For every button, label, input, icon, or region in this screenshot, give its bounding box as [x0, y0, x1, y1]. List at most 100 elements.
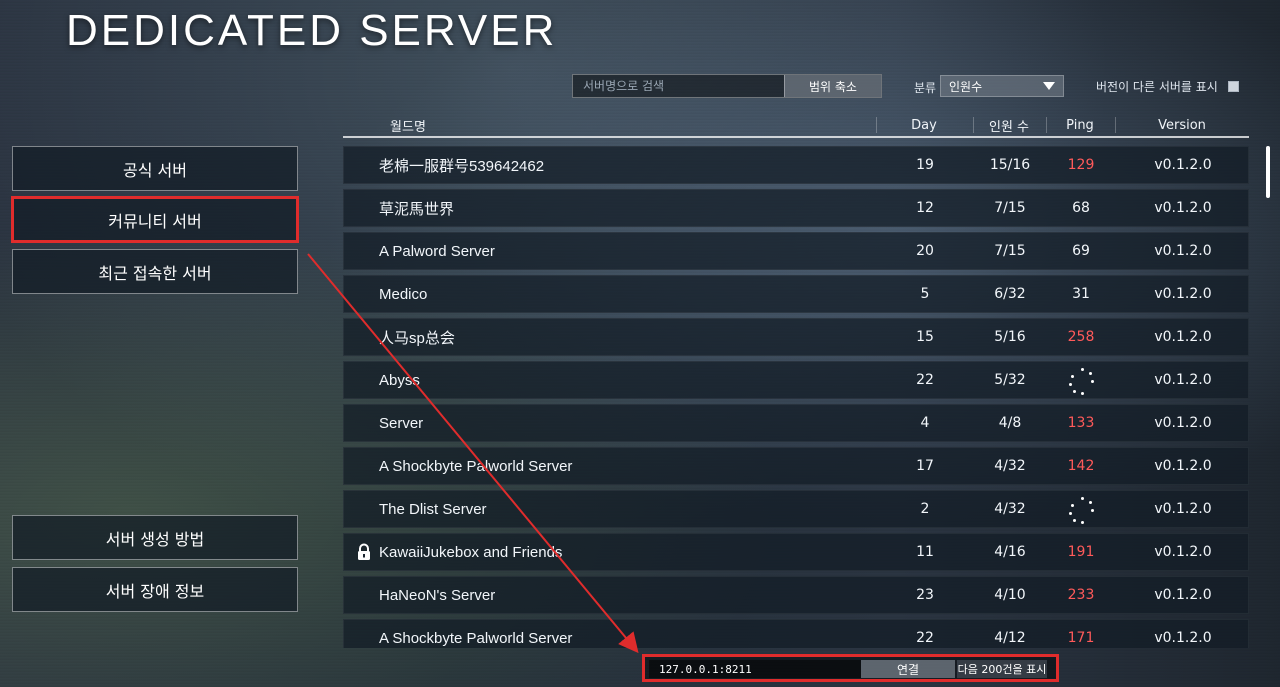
server-row[interactable]: KawaiiJukebox and Friends 11 4/16 191 v0… — [343, 533, 1249, 571]
server-name: Server — [379, 414, 424, 432]
server-name: 人马sp总会 — [379, 329, 455, 347]
server-players: 6/32 — [994, 286, 1026, 302]
server-version: v0.1.2.0 — [1154, 544, 1212, 560]
server-players: 5/32 — [994, 372, 1026, 388]
server-name: HaNeoN's Server — [379, 586, 496, 604]
server-row[interactable]: The Dlist Server 2 4/32 v0.1.2.0 — [343, 490, 1249, 528]
server-version: v0.1.2.0 — [1154, 286, 1212, 302]
server-row[interactable]: A Shockbyte Palworld Server 22 4/12 171 … — [343, 619, 1249, 648]
server-row[interactable]: 老棉一服群号539642462 19 15/16 129 v0.1.2.0 — [343, 146, 1249, 184]
server-day: 15 — [916, 329, 934, 345]
lock-icon — [358, 543, 370, 560]
version-filter-toggle[interactable]: 버전이 다른 서버를 표시 — [1096, 78, 1239, 95]
sidebar-item-label: 서버 생성 방법 — [105, 529, 205, 549]
server-row[interactable]: 草泥馬世界 12 7/15 68 v0.1.2.0 — [343, 189, 1249, 227]
sort-label: 분류 — [914, 81, 937, 95]
top-controls: 범위 축소 분류 인원수 버전이 다른 서버를 표시 — [0, 0, 1280, 110]
sidebar-item-label: 최근 접속한 서버 — [98, 263, 212, 283]
version-filter-checkbox[interactable] — [1227, 81, 1239, 92]
direct-connect-bar: 연결 다음 200건을 표시 — [642, 654, 1059, 682]
server-version: v0.1.2.0 — [1154, 372, 1212, 388]
server-ping: 171 — [1067, 630, 1095, 646]
sidebar-item-label: 서버 장애 정보 — [105, 581, 205, 601]
server-players: 15/16 — [989, 157, 1031, 173]
server-day: 4 — [920, 415, 930, 431]
server-version: v0.1.2.0 — [1154, 415, 1212, 431]
sidebar-item-label: 공식 서버 — [123, 160, 187, 180]
sidebar-item-official[interactable]: 공식 서버 — [12, 146, 298, 191]
search-input[interactable] — [573, 75, 785, 97]
server-version: v0.1.2.0 — [1154, 501, 1212, 517]
sidebar-item-howto[interactable]: 서버 생성 방법 — [12, 515, 298, 560]
server-name: Medico — [379, 285, 428, 303]
server-players: 4/8 — [998, 415, 1022, 431]
sidebar-item-community[interactable]: 커뮤니티 서버 — [11, 196, 299, 243]
server-row[interactable]: HaNeoN's Server 23 4/10 233 v0.1.2.0 — [343, 576, 1249, 614]
version-filter-label: 버전이 다른 서버를 표시 — [1096, 80, 1218, 94]
server-list: 老棉一服群号539642462 19 15/16 129 v0.1.2.0 草泥… — [343, 146, 1249, 648]
server-ping: 129 — [1067, 157, 1095, 173]
server-ping: 68 — [1072, 200, 1090, 216]
sort-dropdown[interactable]: 인원수 — [940, 75, 1064, 97]
server-ping — [1047, 491, 1115, 527]
server-version: v0.1.2.0 — [1154, 458, 1212, 474]
server-name: Abyss — [379, 371, 420, 389]
server-ping: 142 — [1067, 458, 1095, 474]
server-ping: 258 — [1067, 329, 1095, 345]
server-version: v0.1.2.0 — [1154, 200, 1212, 216]
col-header-version[interactable]: Version — [1115, 114, 1249, 136]
server-ping: 233 — [1067, 587, 1095, 603]
loading-spinner-icon — [1067, 495, 1095, 524]
server-row[interactable]: Abyss 22 5/32 v0.1.2.0 — [343, 361, 1249, 399]
col-header-ping[interactable]: Ping — [1046, 114, 1114, 136]
server-row[interactable]: Server 4 4/8 133 v0.1.2.0 — [343, 404, 1249, 442]
server-version: v0.1.2.0 — [1154, 243, 1212, 259]
server-day: 2 — [920, 501, 930, 517]
server-day: 23 — [916, 587, 934, 603]
server-ping: 133 — [1067, 415, 1095, 431]
col-header-day[interactable]: Day — [876, 114, 972, 136]
server-players: 7/15 — [994, 243, 1026, 259]
sidebar-item-recent[interactable]: 최근 접속한 서버 — [12, 249, 298, 294]
server-table-header: 월드명 Day 인원 수 Ping Version — [343, 114, 1249, 138]
server-address-input[interactable] — [649, 660, 861, 678]
server-row[interactable]: Medico 5 6/32 31 v0.1.2.0 — [343, 275, 1249, 313]
server-players: 5/16 — [994, 329, 1026, 345]
server-version: v0.1.2.0 — [1154, 587, 1212, 603]
search-bar: 범위 축소 — [572, 74, 882, 98]
server-players: 4/12 — [994, 630, 1026, 646]
server-players: 4/10 — [994, 587, 1026, 603]
server-name: The Dlist Server — [379, 500, 487, 518]
server-day: 19 — [916, 157, 934, 173]
server-day: 11 — [916, 544, 934, 560]
server-row[interactable]: 人马sp总会 15 5/16 258 v0.1.2.0 — [343, 318, 1249, 356]
server-version: v0.1.2.0 — [1154, 329, 1212, 345]
server-players: 4/16 — [994, 544, 1026, 560]
server-ping: 69 — [1072, 243, 1090, 259]
connect-button[interactable]: 연결 — [861, 660, 955, 678]
server-name: A Palword Server — [379, 242, 495, 260]
server-ping: 31 — [1072, 286, 1090, 302]
col-header-world[interactable]: 월드명 — [343, 114, 473, 136]
server-name: 老棉一服群号539642462 — [379, 157, 545, 175]
server-version: v0.1.2.0 — [1154, 630, 1212, 646]
server-day: 12 — [916, 200, 934, 216]
loading-spinner-icon — [1067, 366, 1095, 395]
col-header-players[interactable]: 인원 수 — [973, 114, 1045, 136]
server-list-scrollbar[interactable] — [1266, 146, 1270, 198]
server-day: 5 — [920, 286, 930, 302]
sidebar-item-label: 커뮤니티 서버 — [108, 211, 202, 231]
show-next-200-button[interactable]: 다음 200건을 표시 — [957, 660, 1047, 678]
server-name: A Shockbyte Palworld Server — [379, 629, 573, 647]
server-row[interactable]: A Shockbyte Palworld Server 17 4/32 142 … — [343, 447, 1249, 485]
server-day: 20 — [916, 243, 934, 259]
sidebar-item-trouble[interactable]: 서버 장애 정보 — [12, 567, 298, 612]
sort-selected-value: 인원수 — [949, 79, 983, 94]
server-players: 4/32 — [994, 458, 1026, 474]
server-ping — [1047, 362, 1115, 398]
chevron-down-icon — [1043, 82, 1055, 90]
server-day: 17 — [916, 458, 934, 474]
server-ping: 191 — [1067, 544, 1095, 560]
server-row[interactable]: A Palword Server 20 7/15 69 v0.1.2.0 — [343, 232, 1249, 270]
narrow-search-button[interactable]: 범위 축소 — [784, 75, 881, 97]
